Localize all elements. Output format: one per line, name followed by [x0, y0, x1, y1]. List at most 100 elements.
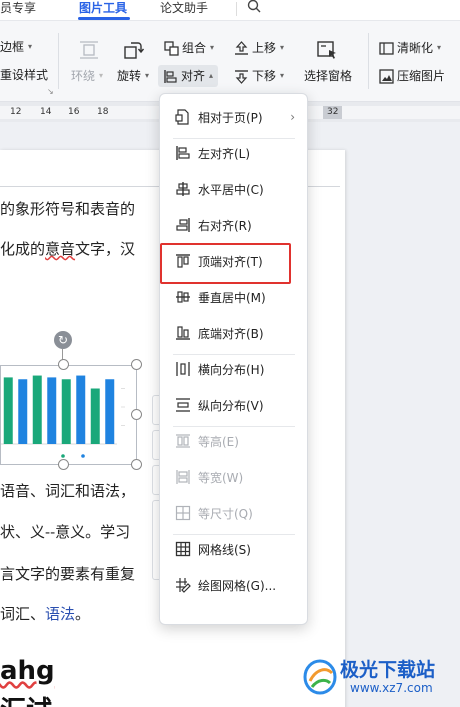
- menu-item-label: 水平居中(C): [198, 182, 264, 197]
- ruler-number: 18: [97, 107, 109, 117]
- menu-item-label: 底端对齐(B): [198, 326, 264, 341]
- ribbon-tab-bar: 员专享 图片工具 论文助手: [0, 0, 460, 20]
- chevron-down-icon: ▾: [280, 71, 285, 80]
- menu-item-align-right[interactable]: 右对齐(R): [160, 211, 309, 239]
- chevron-down-icon: ▾: [145, 71, 150, 80]
- chart-legend-marker: [61, 454, 65, 458]
- compress-picture-icon: [379, 68, 394, 84]
- bring-forward-icon: [235, 40, 248, 55]
- align-left-icon: [176, 146, 190, 160]
- ribbon-divider: [58, 33, 59, 89]
- resize-handle-bottom[interactable]: [58, 459, 69, 470]
- menu-item-same-height[interactable]: 等高(E): [160, 427, 309, 455]
- rotate-handle-icon[interactable]: ↻: [54, 331, 72, 349]
- reset-style-button[interactable]: 重设样式: [0, 65, 48, 85]
- send-backward-button[interactable]: 下移 ▾: [234, 66, 284, 86]
- doc-heading[interactable]: 汇试: [0, 690, 52, 707]
- aurora-logo-icon: [303, 659, 337, 695]
- wrap-text-button[interactable]: 环绕 ▾: [71, 66, 103, 86]
- menu-item-label: 绘图网格(G)...: [198, 578, 277, 593]
- doc-paragraph-line[interactable]: 词汇、语法。: [0, 603, 90, 624]
- doc-paragraph-line[interactable]: 言文字的要素有重复: [0, 563, 135, 584]
- menu-item-drawing-grid[interactable]: 绘图网格(G)...: [160, 571, 309, 599]
- chart-bar: [3, 377, 13, 444]
- chart-bar: [105, 379, 115, 444]
- site-watermark: 极光下载站 www.xz7.com: [298, 651, 460, 707]
- align-bottom-icon: [176, 326, 190, 340]
- resize-handle-top[interactable]: [58, 359, 69, 370]
- menu-item-same-size[interactable]: 等尺寸(Q): [160, 499, 309, 527]
- menu-item-label: 等宽(W): [198, 470, 244, 485]
- heading-text: ahg: [0, 656, 55, 686]
- resize-handle-bottom-right[interactable]: [131, 459, 142, 470]
- tab-paper-assistant[interactable]: 论文助手: [160, 0, 208, 20]
- chevron-down-icon: ▾: [210, 43, 215, 52]
- drawing-grid-icon: [176, 578, 191, 593]
- menu-item-label: 横向分布(H): [198, 362, 265, 377]
- menu-item-align-middle[interactable]: 垂直居中(M): [160, 283, 309, 311]
- menu-item-label: 网格线(S): [198, 542, 251, 557]
- border-button[interactable]: 边框 ▾: [0, 37, 32, 57]
- menu-item-label: 垂直居中(M): [198, 290, 266, 305]
- resize-handle-right[interactable]: [131, 409, 142, 420]
- align-label: 对齐: [181, 69, 206, 83]
- relative-to-page-icon: [175, 109, 189, 125]
- group-button[interactable]: 组合 ▾: [164, 38, 214, 58]
- doc-text-spellcheck: 意音: [45, 240, 76, 258]
- bring-forward-button[interactable]: 上移 ▾: [234, 38, 284, 58]
- align-button[interactable]: 对齐 ▴: [158, 65, 219, 87]
- chevron-down-icon: ▾: [99, 71, 104, 80]
- menu-item-relative-to-page[interactable]: 相对于页(P) ›: [160, 103, 309, 131]
- resize-handle-top-right[interactable]: [131, 359, 142, 370]
- wrap-text-icon: [80, 41, 98, 59]
- doc-text: 化成的: [0, 240, 46, 258]
- menu-item-align-center[interactable]: 水平居中(C): [160, 175, 309, 203]
- chart-picture[interactable]: [0, 365, 137, 465]
- compress-picture-button[interactable]: 压缩图片: [379, 66, 445, 86]
- doc-paragraph-line[interactable]: 的象形符号和表音的: [0, 198, 135, 219]
- chart-legend-marker: [81, 454, 85, 458]
- wrap-text-label: 环绕: [71, 69, 96, 83]
- chevron-right-icon: ›: [290, 110, 295, 124]
- selection-pane-button[interactable]: 选择窗格: [304, 66, 352, 86]
- menu-item-gridlines[interactable]: 网格线(S): [160, 535, 309, 563]
- menu-item-label: 纵向分布(V): [198, 398, 264, 413]
- search-icon[interactable]: [247, 0, 261, 19]
- menu-item-label: 左对齐(L): [198, 146, 251, 161]
- menu-item-same-width[interactable]: 等宽(W): [160, 463, 309, 491]
- doc-paragraph-line[interactable]: 化成的意音文字，汉: [0, 238, 135, 259]
- align-right-icon: [176, 218, 190, 232]
- chart-bar: [18, 379, 28, 444]
- rotate-icon: [124, 42, 144, 59]
- chevron-up-icon: ▴: [209, 71, 214, 80]
- menu-item-distribute-horizontal[interactable]: 横向分布(H): [160, 355, 309, 383]
- group-icon: [164, 40, 179, 56]
- doc-text: 文字，汉: [75, 240, 136, 258]
- chart-bar: [90, 388, 100, 444]
- chevron-down-icon: ▾: [28, 42, 33, 51]
- clarify-label: 清晰化: [397, 41, 434, 55]
- bring-forward-label: 上移: [252, 41, 277, 55]
- distribute-horizontal-icon: [176, 362, 190, 376]
- annotation-highlight-box: [160, 243, 291, 284]
- picture-tools-ribbon: 边框 ▾ 重设样式 ↘ 环绕 ▾ 旋转 ▾ 组合 ▾ 对齐 ▴ 上移 ▾ 下移 ▾: [0, 20, 460, 102]
- menu-item-align-left[interactable]: 左对齐(L): [160, 139, 309, 167]
- dialog-launcher-icon[interactable]: ↘: [47, 87, 54, 96]
- ruler-number: 14: [40, 107, 52, 117]
- menu-item-distribute-vertical[interactable]: 纵向分布(V): [160, 391, 309, 419]
- tab-member[interactable]: 员专享: [0, 0, 36, 20]
- doc-paragraph-line[interactable]: 状、义--意义。学习: [0, 521, 130, 542]
- ribbon-divider: [368, 33, 369, 89]
- doc-paragraph-line[interactable]: 语音、词汇和语法，: [0, 480, 135, 501]
- doc-heading[interactable]: ahg: [0, 656, 55, 686]
- menu-item-label: 等尺寸(Q): [198, 506, 253, 521]
- watermark-title: 极光下载站: [340, 659, 436, 681]
- menu-item-label: 右对齐(R): [198, 218, 252, 233]
- clarify-button[interactable]: 清晰化 ▾: [379, 38, 441, 58]
- chevron-down-icon: ▾: [437, 43, 442, 52]
- same-size-icon: [175, 505, 191, 521]
- rotate-button[interactable]: 旋转 ▾: [117, 66, 149, 86]
- align-middle-icon: [176, 291, 190, 303]
- menu-item-align-bottom[interactable]: 底端对齐(B): [160, 319, 309, 347]
- align-center-icon: [176, 182, 190, 196]
